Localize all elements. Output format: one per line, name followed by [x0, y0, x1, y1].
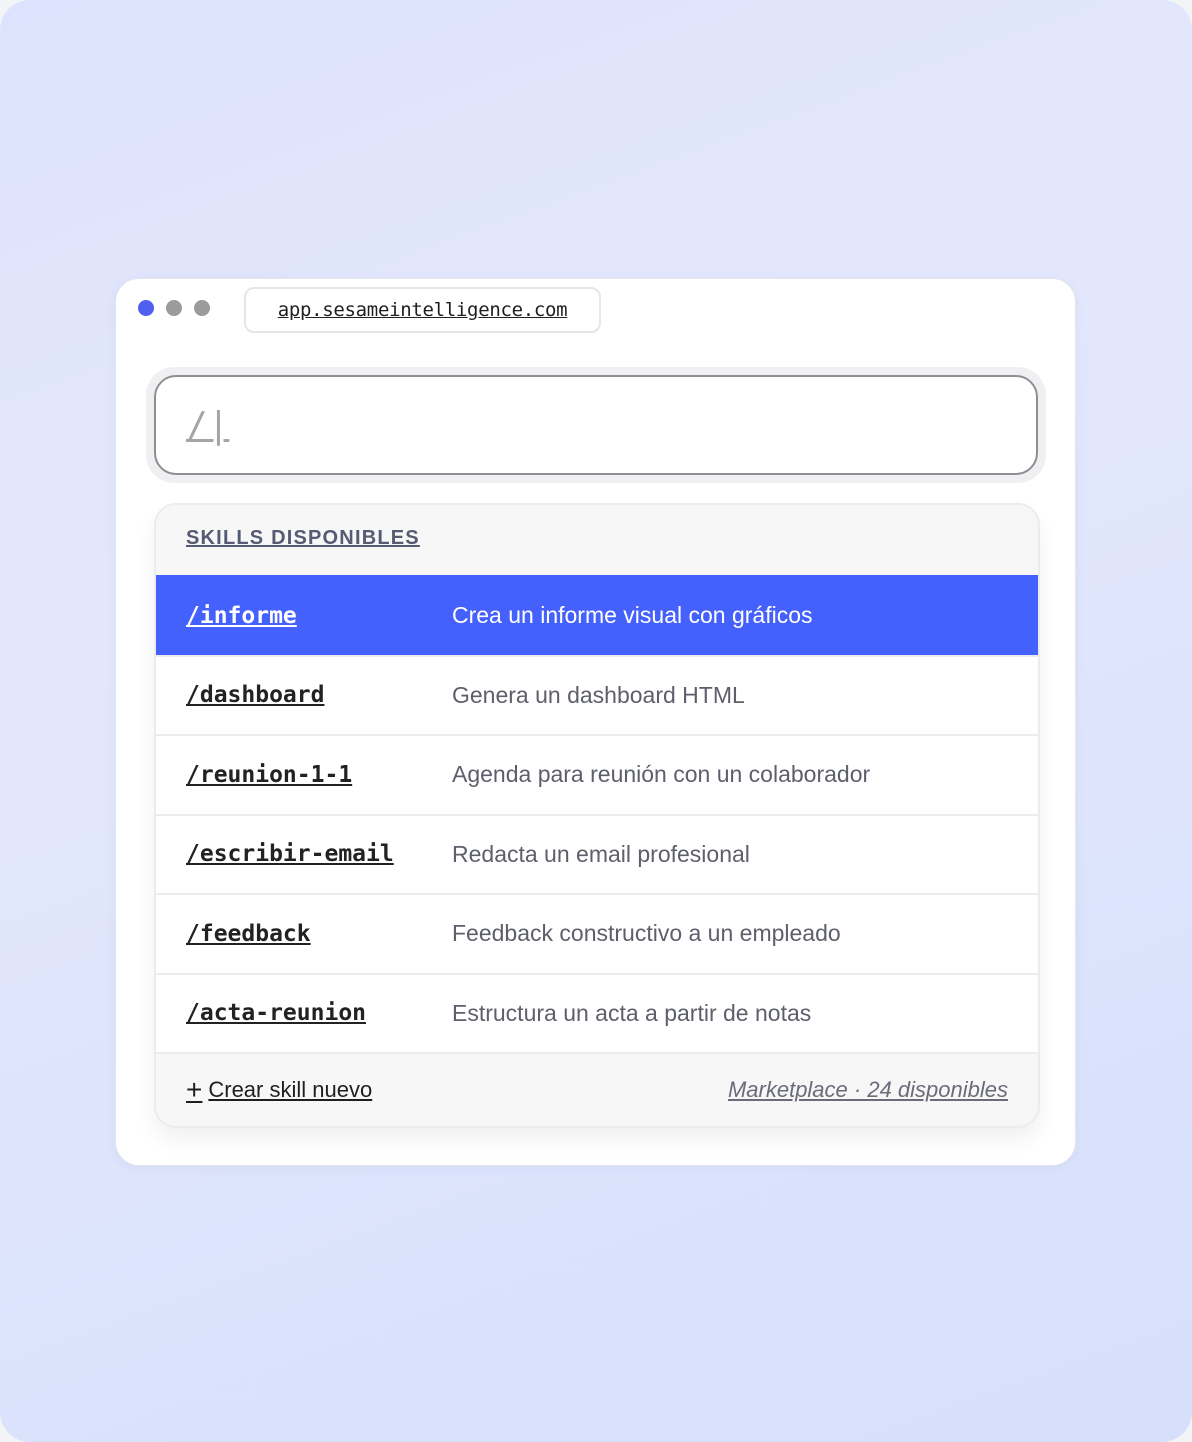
skill-description: Genera un dashboard HTML [452, 681, 745, 708]
skill-command: /dashboard [186, 682, 325, 709]
skill-row-escribir-email[interactable]: /escribir-email Redacta un email profesi… [156, 813, 1038, 893]
skill-description: Agenda para reunión con un colaborador [452, 761, 871, 788]
command-input[interactable]: /| [154, 375, 1038, 475]
skills-footer: + Crear skill nuevo Marketplace · 24 dis… [156, 1052, 1038, 1126]
skill-command: /informe [186, 602, 297, 629]
skills-header: SKILLS DISPONIBLES [186, 527, 420, 549]
create-skill-button[interactable]: + Crear skill nuevo [186, 1076, 372, 1104]
skill-command: /feedback [186, 920, 311, 947]
url-bar[interactable]: app.sesameintelligence.com [244, 287, 601, 333]
create-skill-label: Crear skill nuevo [208, 1077, 373, 1102]
skill-row-acta-reunion[interactable]: /acta-reunion Estructura un acta a parti… [156, 972, 1038, 1052]
skill-command: /reunion-1-1 [186, 761, 353, 788]
skill-description: Redacta un email profesional [452, 840, 750, 867]
skill-command: /acta-reunion [186, 1000, 367, 1027]
marketplace-link[interactable]: Marketplace · 24 disponibles [728, 1077, 1008, 1103]
skill-row-informe[interactable]: /informe Crea un informe visual con gráf… [156, 575, 1038, 655]
window-dot[interactable] [194, 300, 210, 316]
skills-dropdown: SKILLS DISPONIBLES /informe Crea un info… [154, 503, 1040, 1128]
skill-row-reunion-1-1[interactable]: /reunion-1-1 Agenda para reunión con un … [156, 734, 1038, 814]
skill-description: Crea un informe visual con gráficos [452, 602, 813, 629]
skill-row-dashboard[interactable]: /dashboard Genera un dashboard HTML [156, 654, 1038, 734]
browser-window: app.sesameintelligence.com /| SKILLS DIS… [115, 278, 1076, 1166]
skill-command: /escribir-email [186, 841, 394, 868]
window-dot-active[interactable] [138, 300, 154, 316]
skill-row-feedback[interactable]: /feedback Feedback constructivo a un emp… [156, 893, 1038, 973]
command-input-wrapper: /| [146, 367, 1046, 483]
window-dot[interactable] [166, 300, 182, 316]
page-background: app.sesameintelligence.com /| SKILLS DIS… [0, 0, 1192, 1442]
plus-icon: + [186, 1074, 203, 1105]
skill-description: Estructura un acta a partir de notas [452, 999, 812, 1026]
window-controls [138, 300, 210, 316]
skill-description: Feedback constructivo a un empleado [452, 920, 841, 947]
